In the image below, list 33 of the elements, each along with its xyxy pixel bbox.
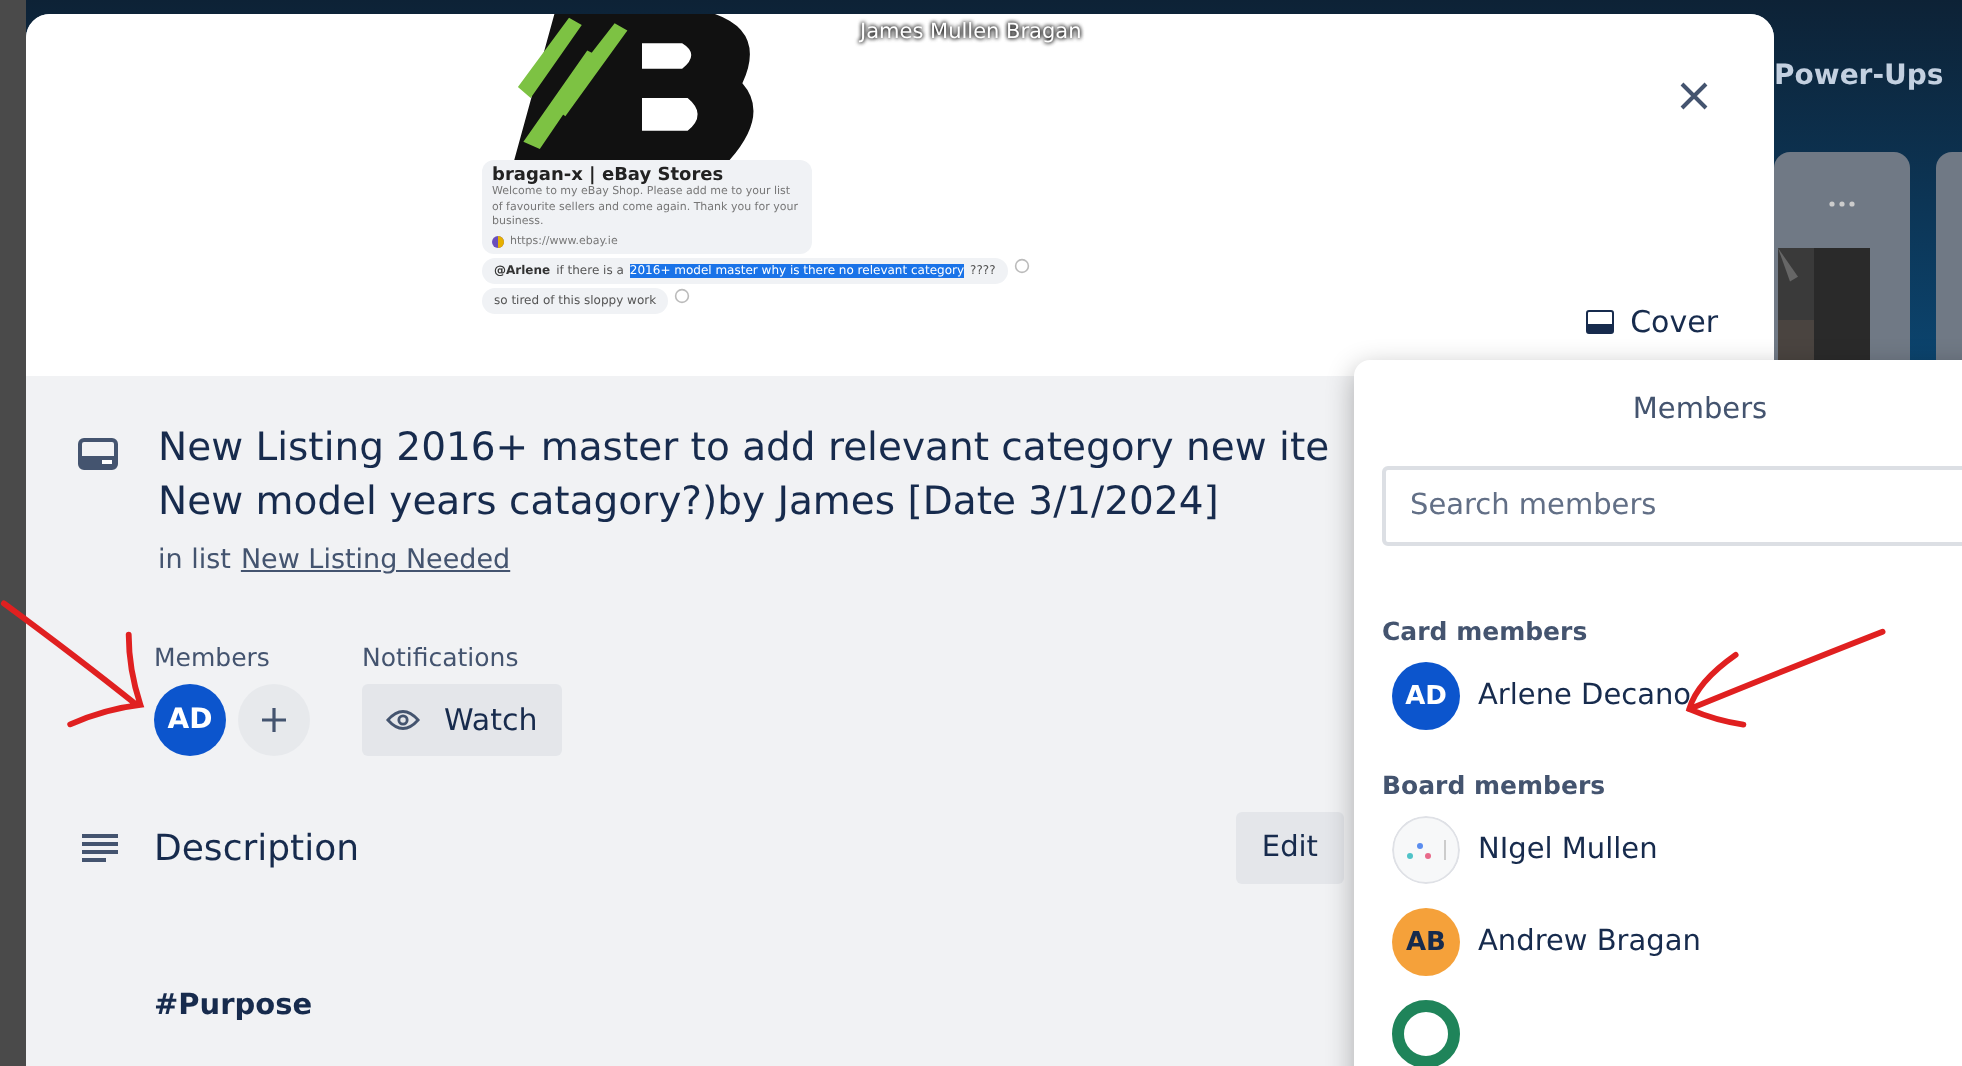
watch-button[interactable]: Watch — [362, 684, 562, 756]
card-title[interactable]: New Listing 2016+ master to add relevant category new ite — [158, 420, 1330, 474]
plus-icon — [260, 706, 288, 734]
video-caption: James Mullen Bragan — [860, 20, 1082, 44]
member-avatar — [1392, 816, 1460, 884]
list-link[interactable]: New Listing Needed — [240, 544, 511, 576]
eye-icon — [386, 708, 420, 732]
edit-button[interactable]: Edit — [1235, 812, 1344, 884]
card-title[interactable]: New model years catagory?)by James [Date 3/1/2024] — [158, 474, 1330, 528]
member-avatar: AB — [1392, 908, 1460, 976]
description-icon — [78, 832, 122, 864]
card-icon — [78, 438, 118, 470]
member-avatar: AD — [1392, 662, 1460, 730]
member-name[interactable]: NIgel Mullen — [1478, 834, 1658, 866]
popover-title: Members — [1630, 394, 1770, 426]
section-heading: Card members — [1382, 616, 1590, 646]
member-name[interactable]: Andrew Bragan — [1478, 926, 1701, 958]
description-text: #Purpose — [154, 990, 315, 1022]
add-member-button[interactable] — [238, 684, 310, 756]
member-name[interactable]: Arlene Decano — [1478, 680, 1692, 712]
site-icon — [492, 236, 504, 249]
member-avatar[interactable]: AD — [154, 684, 226, 756]
list-label: in list — [158, 544, 231, 576]
power-ups-button[interactable]: Power-Ups — [1774, 60, 1962, 92]
close-icon — [1678, 80, 1710, 112]
notifications-label: Notifications — [362, 642, 521, 672]
members-label: Members — [154, 642, 272, 672]
description-heading: Description — [154, 827, 362, 869]
post-title: bragan-x | eBay Stores — [492, 166, 726, 186]
card-icon — [1586, 310, 1615, 334]
section-heading: Board members — [1382, 770, 1608, 800]
more-icon[interactable] — [1828, 200, 1856, 208]
search-field[interactable]: Search members — [1382, 466, 1962, 546]
